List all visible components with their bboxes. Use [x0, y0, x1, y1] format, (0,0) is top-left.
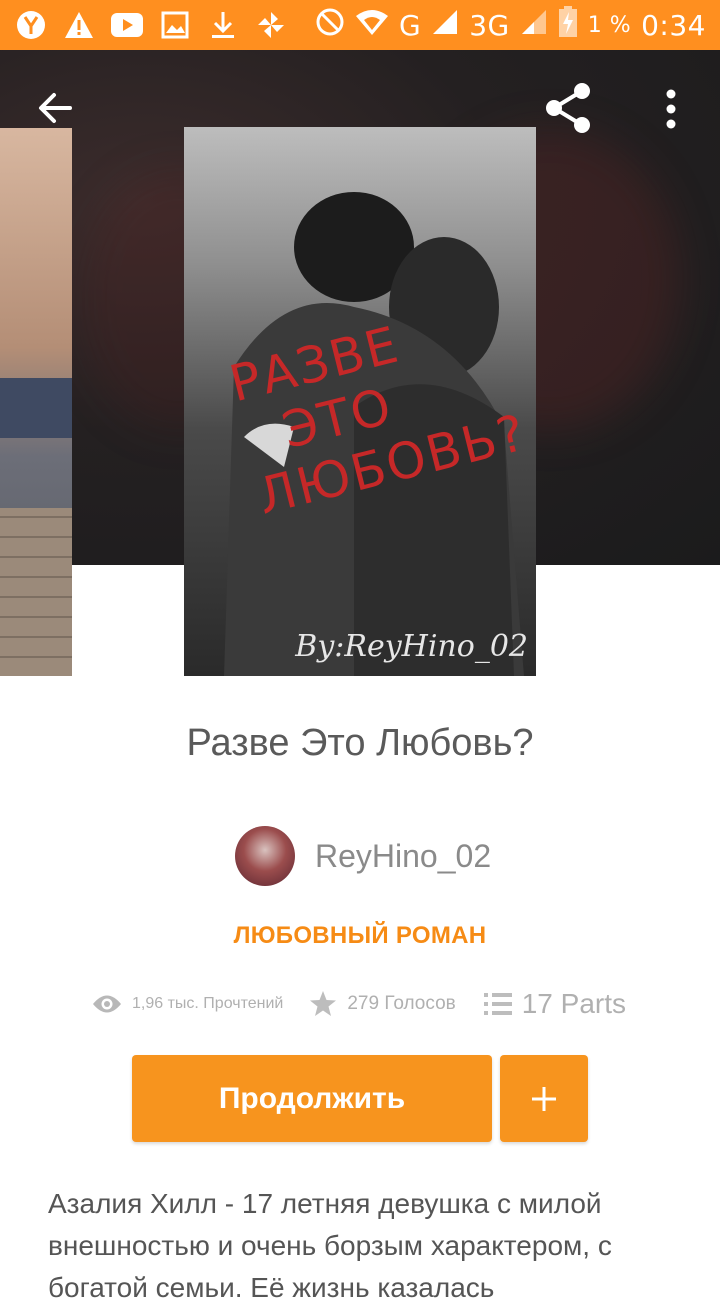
battery-charging-icon — [558, 6, 578, 45]
continue-reading-button[interactable]: Продолжить — [132, 1055, 492, 1142]
network-type-3g: 3G — [469, 9, 510, 42]
pinwheel-icon — [254, 8, 288, 42]
story-description: Азалия Хилл - 17 летняя девушка с милой … — [48, 1188, 612, 1303]
back-button[interactable] — [34, 86, 78, 130]
story-stats: 1,96 тыс. Прочтений 279 Голосов 17 Parts — [92, 988, 626, 1020]
story-cover[interactable]: РАЗВЕ ЭТО ЛЮБОВЬ? By:ReyHino_02 — [184, 127, 536, 676]
star-icon — [310, 991, 337, 1016]
votes-stat: 279 Голосов — [309, 990, 456, 1018]
author-name[interactable]: ReyHino_02 — [315, 838, 491, 875]
more-options-button[interactable] — [656, 84, 686, 134]
avatar[interactable] — [235, 826, 295, 886]
share-icon — [546, 83, 590, 133]
author-link[interactable]: ReyHino_02 — [235, 826, 491, 886]
parts-count[interactable]: 17 Parts — [522, 988, 626, 1020]
parts-stat[interactable]: 17 Parts — [483, 988, 626, 1020]
image-icon — [158, 8, 192, 42]
genre-label[interactable]: ЛЮБОВНЫЙ РОМАН — [0, 922, 720, 950]
votes-count: 279 Голосов — [347, 993, 456, 1014]
status-bar: G 3G 1 % 0:34 — [0, 0, 720, 50]
story-title: Разве Это Любовь? — [186, 722, 534, 764]
plus-icon — [532, 1086, 556, 1111]
reads-count: 1,96 тыс. Прочтений — [132, 995, 284, 1012]
download-icon — [206, 8, 240, 42]
network-type-g: G — [398, 9, 422, 42]
list-icon — [483, 993, 512, 1015]
cover-byline: By:ReyHino_02 — [295, 629, 528, 664]
battery-percent: 1 % — [587, 13, 632, 38]
wifi-icon — [355, 8, 389, 43]
signal-icon — [431, 8, 459, 43]
previous-story-cover[interactable] — [0, 128, 72, 676]
add-to-library-button[interactable] — [500, 1055, 588, 1142]
youtube-icon — [110, 8, 144, 42]
more-vert-icon — [666, 89, 676, 129]
yandex-icon — [14, 8, 48, 42]
clock: 0:34 — [641, 9, 706, 42]
arrow-left-icon — [39, 93, 72, 123]
eye-icon — [93, 995, 121, 1013]
signal-icon-secondary — [520, 8, 548, 43]
block-icon — [315, 7, 345, 44]
share-button[interactable] — [540, 80, 596, 136]
reads-stat: 1,96 тыс. Прочтений — [92, 993, 283, 1015]
warning-icon — [62, 8, 96, 42]
